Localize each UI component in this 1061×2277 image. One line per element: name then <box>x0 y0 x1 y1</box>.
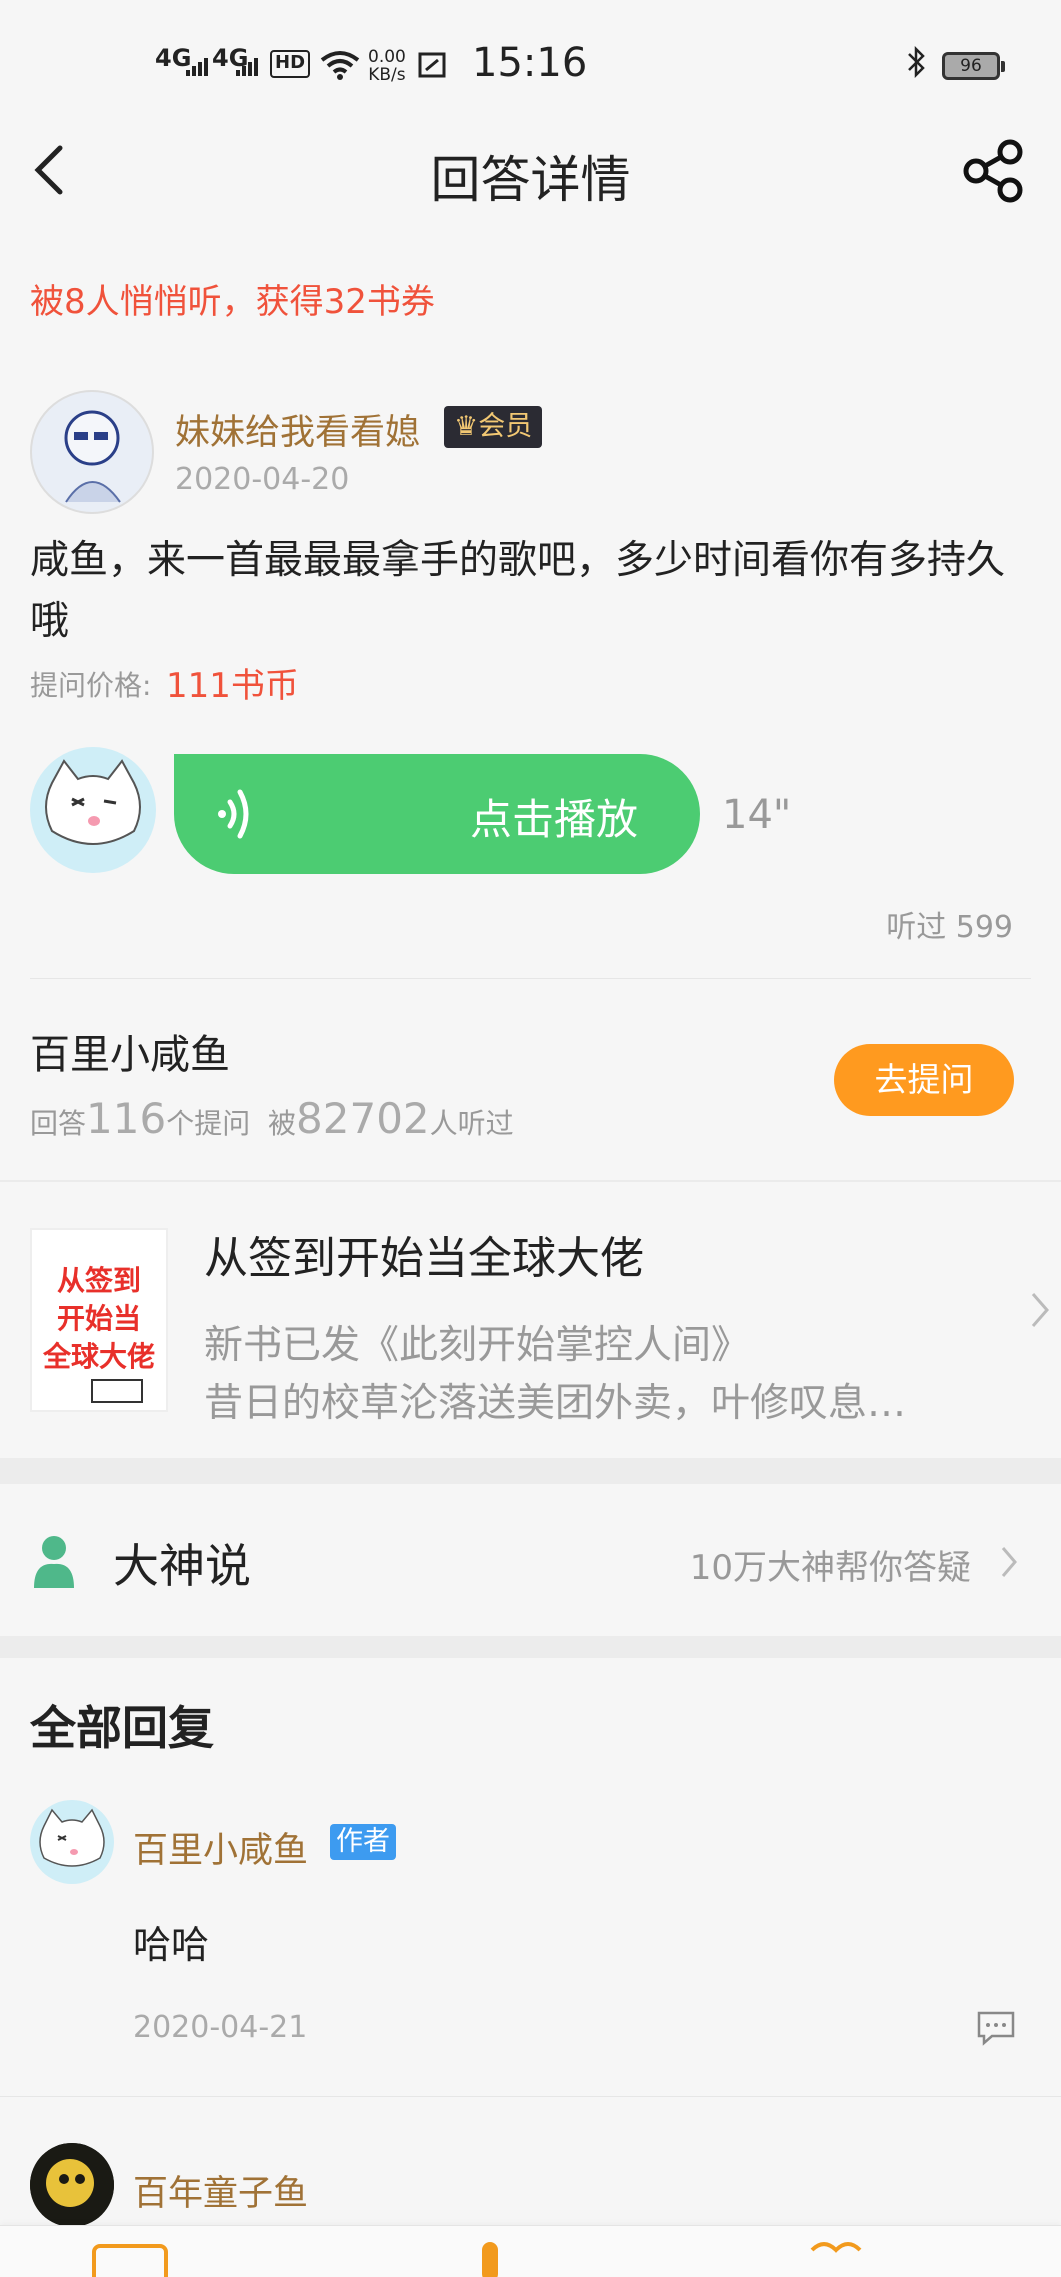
listen-total: 82702 <box>296 1094 430 1143</box>
net-speed: 0.00 KB/s <box>368 48 406 84</box>
battery-icon: 96 <box>942 52 1005 80</box>
answers-suffix: 个提问 <box>166 1107 251 1140</box>
chevron-right-icon <box>1000 1544 1018 1584</box>
answerer-stats: 回答116个提问 被82702人听过 <box>30 1094 514 1143</box>
signal-bars-icon <box>186 56 208 76</box>
reply-date: 2020-04-21 <box>133 2010 308 2045</box>
vip-badge: ♛会员 <box>444 406 543 448</box>
price-label: 提问价格: <box>30 669 152 702</box>
reply-avatar[interactable] <box>30 1800 114 1884</box>
share-button[interactable] <box>962 138 1028 204</box>
comment-icon[interactable] <box>976 2010 1016 2046</box>
wifi-icon <box>320 50 360 84</box>
svg-text:从签到: 从签到 <box>57 1264 141 1297</box>
replies-title: 全部回复 <box>30 1701 214 1755</box>
listen-count: 听过 599 <box>886 910 1013 945</box>
clock: 15:16 <box>472 40 588 86</box>
status-bar: 4G 4G HD 0.00 KB/s 15:16 96 <box>0 0 1061 130</box>
net-speed-value: 0.00 <box>368 47 406 67</box>
divider <box>30 978 1031 979</box>
answerer-name[interactable]: 百里小咸鱼 <box>30 1022 230 1080</box>
svg-text:全球大佬: 全球大佬 <box>42 1340 155 1373</box>
microphone-icon[interactable] <box>478 2240 502 2277</box>
chevron-right-icon <box>1030 1290 1050 1341</box>
person-icon <box>30 1532 78 1588</box>
divider <box>0 2096 1061 2097</box>
back-button[interactable] <box>30 140 70 200</box>
share-icon <box>963 139 1023 203</box>
gift-icon[interactable] <box>806 2238 866 2277</box>
hd-icon: HD <box>270 50 311 78</box>
listen-suffix: 人听过 <box>429 1107 514 1140</box>
listen-notice: 被8人悄悄听，获得32书券 <box>30 282 435 322</box>
gods-say-hint: 10万大神帮你答疑 <box>689 1548 971 1588</box>
listen-prefix: 被 <box>268 1107 297 1140</box>
voice-duration: 14" <box>722 792 792 838</box>
screenshot-icon <box>418 52 446 82</box>
play-label[interactable]: 点击播放 <box>470 786 638 847</box>
crown-icon: ♛ <box>454 411 479 442</box>
question-text: 咸鱼，来一首最最最拿手的歌吧，多少时间看你有多持久哦 <box>30 538 1006 644</box>
answers-prefix: 回答 <box>30 1107 87 1140</box>
asker-name[interactable]: 妹妹给我看看媳 <box>175 404 420 455</box>
bottom-action-bar <box>0 2225 1061 2277</box>
page-title: 回答详情 <box>430 151 631 209</box>
edit-icon[interactable] <box>90 2240 170 2277</box>
reply-user-name[interactable]: 百里小咸鱼 <box>133 1822 308 1873</box>
answers-count: 116 <box>86 1094 167 1143</box>
book-line-2: 昔日的校草沦落送美团外卖，叶修叹息… <box>204 1381 907 1426</box>
author-badge: 作者 <box>330 1824 396 1860</box>
signal-bars-icon <box>236 56 260 82</box>
book-cover[interactable]: 从签到 开始当 全球大佬 <box>30 1228 168 1412</box>
reply-avatar[interactable] <box>30 2143 114 2227</box>
voice-wave-icon <box>218 789 249 839</box>
answerer-avatar[interactable] <box>30 747 156 873</box>
svg-text:开始当: 开始当 <box>57 1302 141 1335</box>
reply-user-name[interactable]: 百年童子鱼 <box>133 2165 308 2216</box>
back-arrow-icon <box>34 145 63 195</box>
vip-label: 会员 <box>478 411 533 442</box>
section-gap <box>0 1636 1061 1658</box>
book-line-1: 新书已发《此刻开始掌控人间》 <box>204 1323 751 1368</box>
price-value: 111书币 <box>166 666 299 706</box>
section-gap <box>0 1458 1061 1484</box>
question-date: 2020-04-20 <box>175 462 350 497</box>
asker-avatar[interactable] <box>30 390 154 514</box>
gods-say-title[interactable]: 大神说 <box>113 1530 251 1596</box>
ask-question-button[interactable]: 去提问 <box>834 1044 1014 1116</box>
bluetooth-icon <box>905 45 929 86</box>
reply-text: 哈哈 <box>133 1923 210 1967</box>
net-speed-unit: KB/s <box>368 65 406 85</box>
book-title[interactable]: 从签到开始当全球大佬 <box>204 1222 644 1286</box>
